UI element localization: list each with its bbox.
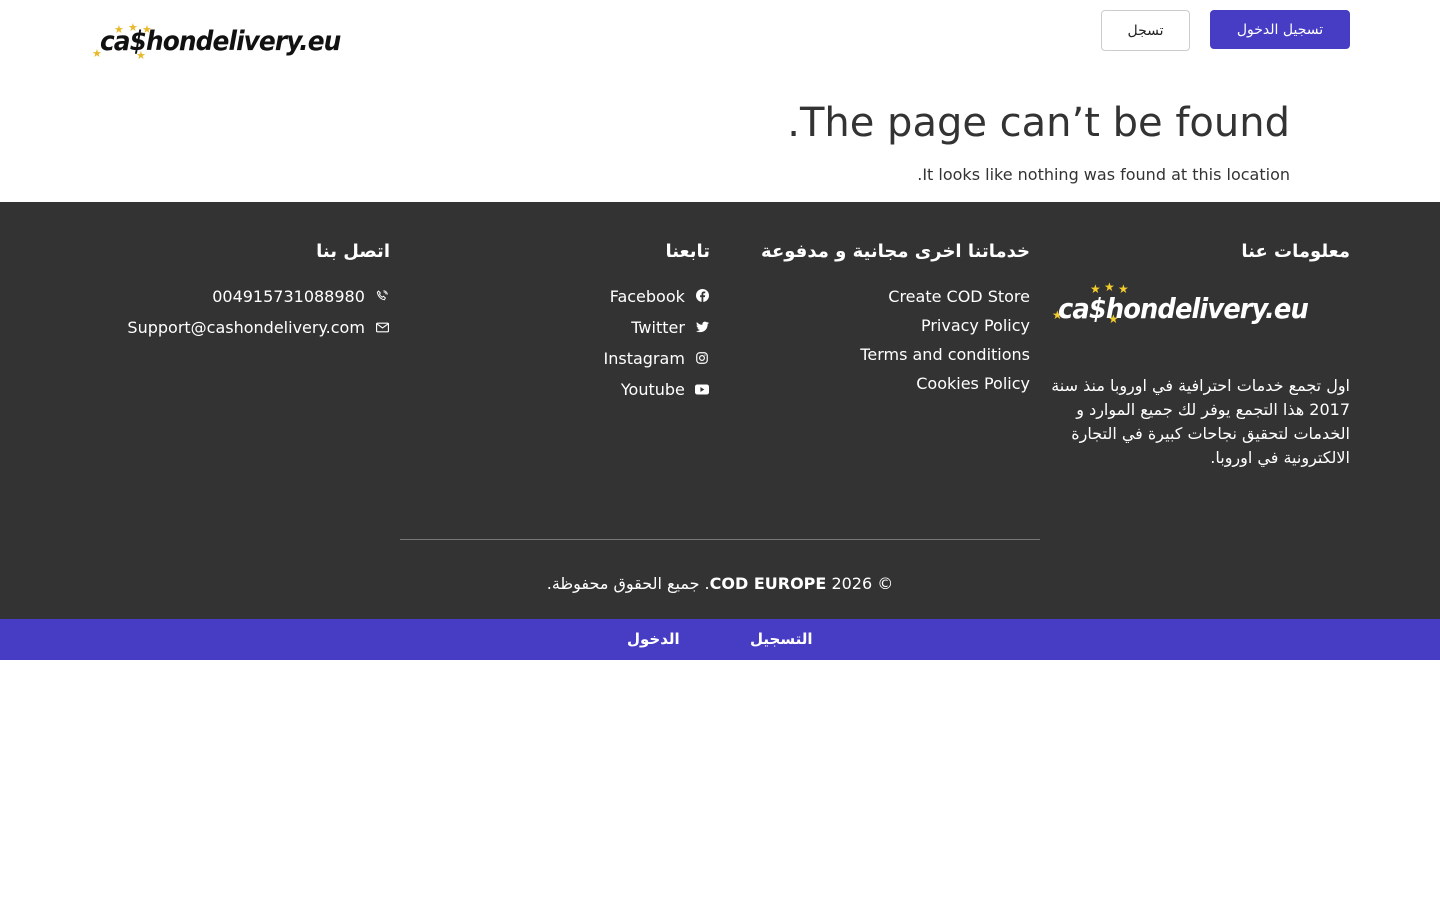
- register-button[interactable]: تسجل: [1101, 10, 1190, 51]
- not-found-message: It looks like nothing was found at this …: [917, 165, 1290, 184]
- phone-icon: [374, 284, 390, 313]
- about-heading: معلومات عنا: [1241, 241, 1350, 262]
- footer-logo-text: ca$hondelivery.eu: [1058, 292, 1309, 325]
- footer-about-column: معلومات عنا ★ ★ ★ ★ ★ ca$hondelivery.eu …: [1050, 242, 1350, 470]
- footer-follow-column: تابعنا Facebook Twitter Instagram Youtub…: [410, 241, 711, 406]
- facebook-label: Facebook: [609, 287, 685, 306]
- footer-contact-column: اتصل بنا 004915731088980 Support@cashond…: [90, 242, 390, 344]
- instagram-link[interactable]: Instagram: [410, 344, 710, 375]
- bottom-register-link[interactable]: التسجيل: [750, 630, 812, 648]
- footer-services-column: خدماتنا اخرى مجانية و مدفوعة Create COD …: [730, 242, 1030, 398]
- phone-link[interactable]: 004915731088980: [90, 282, 390, 313]
- terms-link[interactable]: Terms and conditions: [730, 340, 1030, 369]
- instagram-icon: [694, 346, 710, 375]
- facebook-link[interactable]: Facebook: [410, 282, 710, 313]
- facebook-icon: [694, 284, 710, 313]
- cookies-policy-link[interactable]: Cookies Policy: [730, 369, 1030, 398]
- youtube-label: Youtube: [620, 380, 685, 399]
- email-link[interactable]: Support@cashondelivery.com: [90, 313, 390, 344]
- create-cod-store-link[interactable]: Create COD Store: [730, 282, 1030, 311]
- logo-text: ca$hondelivery.eu: [100, 26, 341, 57]
- phone-number: 004915731088980: [212, 287, 365, 306]
- follow-heading: تابعنا: [665, 241, 710, 262]
- instagram-label: Instagram: [603, 349, 685, 368]
- footer-divider: [400, 539, 1040, 540]
- bottom-login-link[interactable]: الدخول: [627, 630, 680, 648]
- login-button[interactable]: تسجيل الدخول: [1210, 10, 1350, 49]
- contact-heading: اتصل بنا: [316, 241, 390, 262]
- services-heading: خدماتنا اخرى مجانية و مدفوعة: [761, 241, 1030, 262]
- twitter-label: Twitter: [631, 318, 685, 337]
- twitter-icon: [694, 315, 710, 344]
- youtube-link[interactable]: Youtube: [410, 375, 710, 406]
- twitter-link[interactable]: Twitter: [410, 313, 710, 344]
- about-text: اول تجمع خدمات احترافية في اوروبا منذ سن…: [1051, 376, 1350, 467]
- site-header: ★ ★ ★ ★ ★ ca$hondelivery.eu تسجل تسجيل ا…: [0, 0, 1440, 90]
- footer-logo[interactable]: ★ ★ ★ ★ ★ ca$hondelivery.eu: [1050, 280, 1350, 342]
- site-footer: معلومات عنا ★ ★ ★ ★ ★ ca$hondelivery.eu …: [0, 202, 1440, 619]
- copyright: © 2026 COD EUROPE. جميع الحقوق محفوظة.: [0, 574, 1440, 593]
- copyright-brand[interactable]: COD EUROPE: [710, 574, 827, 593]
- copyright-suffix: . جميع الحقوق محفوظة.: [546, 574, 710, 593]
- envelope-icon: [374, 315, 390, 344]
- youtube-icon: [694, 377, 710, 406]
- privacy-policy-link[interactable]: Privacy Policy: [730, 311, 1030, 340]
- copyright-prefix: © 2026: [826, 574, 894, 593]
- site-logo[interactable]: ★ ★ ★ ★ ★ ca$hondelivery.eu: [90, 22, 341, 66]
- bottom-action-bar: التسجيل الدخول: [0, 619, 1440, 660]
- email-address: Support@cashondelivery.com: [127, 318, 365, 337]
- page-title: The page can’t be found.: [787, 100, 1290, 146]
